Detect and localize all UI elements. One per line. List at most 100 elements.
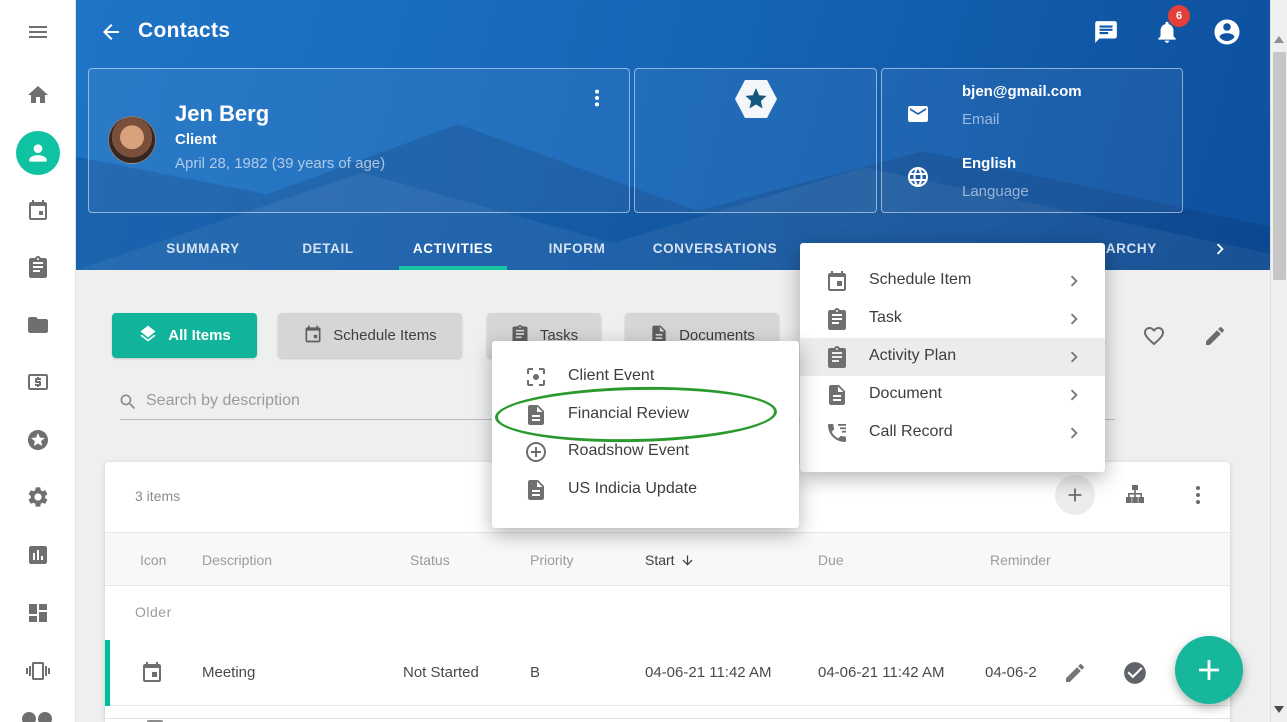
- home-icon[interactable]: [26, 83, 50, 107]
- column-start-sorted[interactable]: Start: [645, 552, 695, 568]
- fab-add-button[interactable]: [1175, 636, 1243, 704]
- billing-dollar-icon[interactable]: [26, 370, 50, 394]
- row-complete-check-icon[interactable]: [1122, 660, 1148, 686]
- row-accent-bar: [105, 640, 110, 706]
- clipboard-icon[interactable]: [26, 255, 50, 279]
- people-icon-partial[interactable]: [22, 712, 56, 722]
- sort-descending-arrow-icon: [680, 553, 695, 568]
- filter-schedule-items-button[interactable]: Schedule Items: [278, 313, 462, 358]
- clipboard-icon: [825, 307, 849, 331]
- column-due[interactable]: Due: [818, 552, 844, 568]
- calendar-icon: [825, 269, 849, 293]
- vertical-scrollbar[interactable]: [1270, 0, 1287, 722]
- menu-item-task[interactable]: Task: [800, 300, 1105, 338]
- cell-reminder: 04-06-2: [985, 664, 1057, 681]
- cell-status: Not Started: [403, 664, 479, 681]
- table-header-row: Icon Description Status Priority Start D…: [105, 532, 1230, 586]
- cell-due: 04-06-21 11:42 AM: [818, 664, 944, 681]
- tab-detail[interactable]: DETAIL: [302, 241, 353, 256]
- app-window: Contacts 6 Jen Berg Client April 28, 198…: [0, 0, 1287, 722]
- cell-priority: B: [530, 664, 540, 681]
- submenu-chevron-icon: [1063, 308, 1085, 330]
- group-label-older: Older: [135, 604, 172, 620]
- scroll-down-arrow-icon[interactable]: [1274, 706, 1284, 713]
- email-icon: [906, 102, 930, 126]
- submenu-item-roadshow-event[interactable]: Roadshow Event: [492, 434, 799, 471]
- tab-inform[interactable]: INFORM: [549, 241, 606, 256]
- bar-chart-icon[interactable]: [26, 543, 50, 567]
- search-icon: [118, 392, 138, 412]
- center-focus-icon: [524, 365, 548, 389]
- tab-conversations[interactable]: CONVERSATIONS: [653, 241, 778, 256]
- scrollbar-thumb[interactable]: [1273, 52, 1286, 280]
- edit-pencil-icon[interactable]: [1203, 324, 1227, 348]
- page-header: Contacts 6 Jen Berg Client April 28, 198…: [76, 0, 1270, 270]
- column-icon[interactable]: Icon: [140, 552, 166, 568]
- layers-icon: [138, 324, 158, 348]
- chat-icon[interactable]: [1093, 19, 1119, 45]
- language-value: English: [962, 155, 1016, 172]
- contacts-person-icon[interactable]: [16, 131, 60, 175]
- table-row[interactable]: Meeting Not Started B 04-06-21 11:42 AM …: [105, 640, 1230, 706]
- profile-photo: [108, 116, 156, 164]
- back-arrow-icon[interactable]: [99, 20, 123, 44]
- calendar-icon[interactable]: [26, 198, 50, 222]
- menu-item-document[interactable]: Document: [800, 376, 1105, 414]
- submenu-chevron-icon: [1063, 346, 1085, 368]
- submenu-item-financial-review[interactable]: Financial Review: [492, 397, 799, 434]
- clipboard-icon: [825, 345, 849, 369]
- document-icon: [825, 383, 849, 407]
- submenu-chevron-icon: [1063, 270, 1085, 292]
- column-reminder[interactable]: Reminder: [990, 552, 1051, 568]
- calendar-icon: [303, 324, 323, 348]
- badge-card: [634, 68, 877, 213]
- client-name: Jen Berg: [175, 101, 269, 127]
- menu-item-activity-plan[interactable]: Activity Plan: [800, 338, 1105, 376]
- items-count: 3 items: [135, 488, 180, 504]
- favorite-heart-icon[interactable]: [1142, 324, 1166, 348]
- document-icon: [524, 478, 548, 502]
- column-description[interactable]: Description: [202, 552, 272, 568]
- cell-description: Meeting: [202, 664, 255, 681]
- hamburger-menu-icon[interactable]: [26, 20, 50, 44]
- menu-item-call-record[interactable]: Call Record: [800, 414, 1105, 452]
- notification-badge: 6: [1168, 5, 1190, 27]
- account-avatar-icon[interactable]: [1212, 17, 1242, 47]
- add-activity-context-menu: Schedule Item Task Activity Plan Documen…: [800, 243, 1105, 472]
- submenu-item-us-indicia-update[interactable]: US Indicia Update: [492, 472, 799, 509]
- activity-plan-submenu: Client Event Financial Review Roadshow E…: [492, 341, 799, 528]
- menu-item-schedule-item[interactable]: Schedule Item: [800, 262, 1105, 300]
- left-sidebar: [0, 0, 76, 722]
- next-row-divider: [105, 718, 1230, 719]
- settings-gear-icon[interactable]: [26, 485, 50, 509]
- contact-info-card: bjen@gmail.com Email English Language: [881, 68, 1183, 213]
- language-label: Language: [962, 183, 1029, 200]
- add-item-button[interactable]: [1055, 475, 1095, 515]
- globe-icon: [906, 165, 930, 189]
- tabs-scroll-right-icon[interactable]: [1209, 238, 1231, 260]
- client-birthdate: April 28, 1982 (39 years of age): [175, 155, 385, 172]
- hierarchy-view-icon[interactable]: [1123, 483, 1147, 507]
- dashboard-icon[interactable]: [26, 601, 50, 625]
- cell-start: 04-06-21 11:42 AM: [645, 664, 771, 681]
- row-edit-pencil-icon[interactable]: [1063, 661, 1087, 685]
- submenu-chevron-icon: [1063, 422, 1085, 444]
- client-role: Client: [175, 131, 217, 148]
- plus-circle-icon: [524, 440, 548, 464]
- phone-list-icon: [825, 421, 849, 445]
- column-status[interactable]: Status: [410, 552, 450, 568]
- filter-all-items-button[interactable]: All Items: [112, 313, 257, 358]
- submenu-item-client-event[interactable]: Client Event: [492, 359, 799, 396]
- submenu-chevron-icon: [1063, 384, 1085, 406]
- scroll-up-arrow-icon[interactable]: [1274, 36, 1284, 43]
- column-priority[interactable]: Priority: [530, 552, 574, 568]
- profile-kebab-menu-icon[interactable]: [586, 86, 608, 110]
- page-title: Contacts: [138, 19, 230, 43]
- folder-icon[interactable]: [26, 313, 50, 337]
- vibration-phone-icon[interactable]: [26, 659, 50, 683]
- document-icon: [524, 403, 548, 427]
- star-circle-icon[interactable]: [26, 428, 50, 452]
- table-kebab-menu-icon[interactable]: [1186, 483, 1210, 507]
- tab-summary[interactable]: SUMMARY: [166, 241, 239, 256]
- tab-activities[interactable]: ACTIVITIES: [413, 241, 493, 256]
